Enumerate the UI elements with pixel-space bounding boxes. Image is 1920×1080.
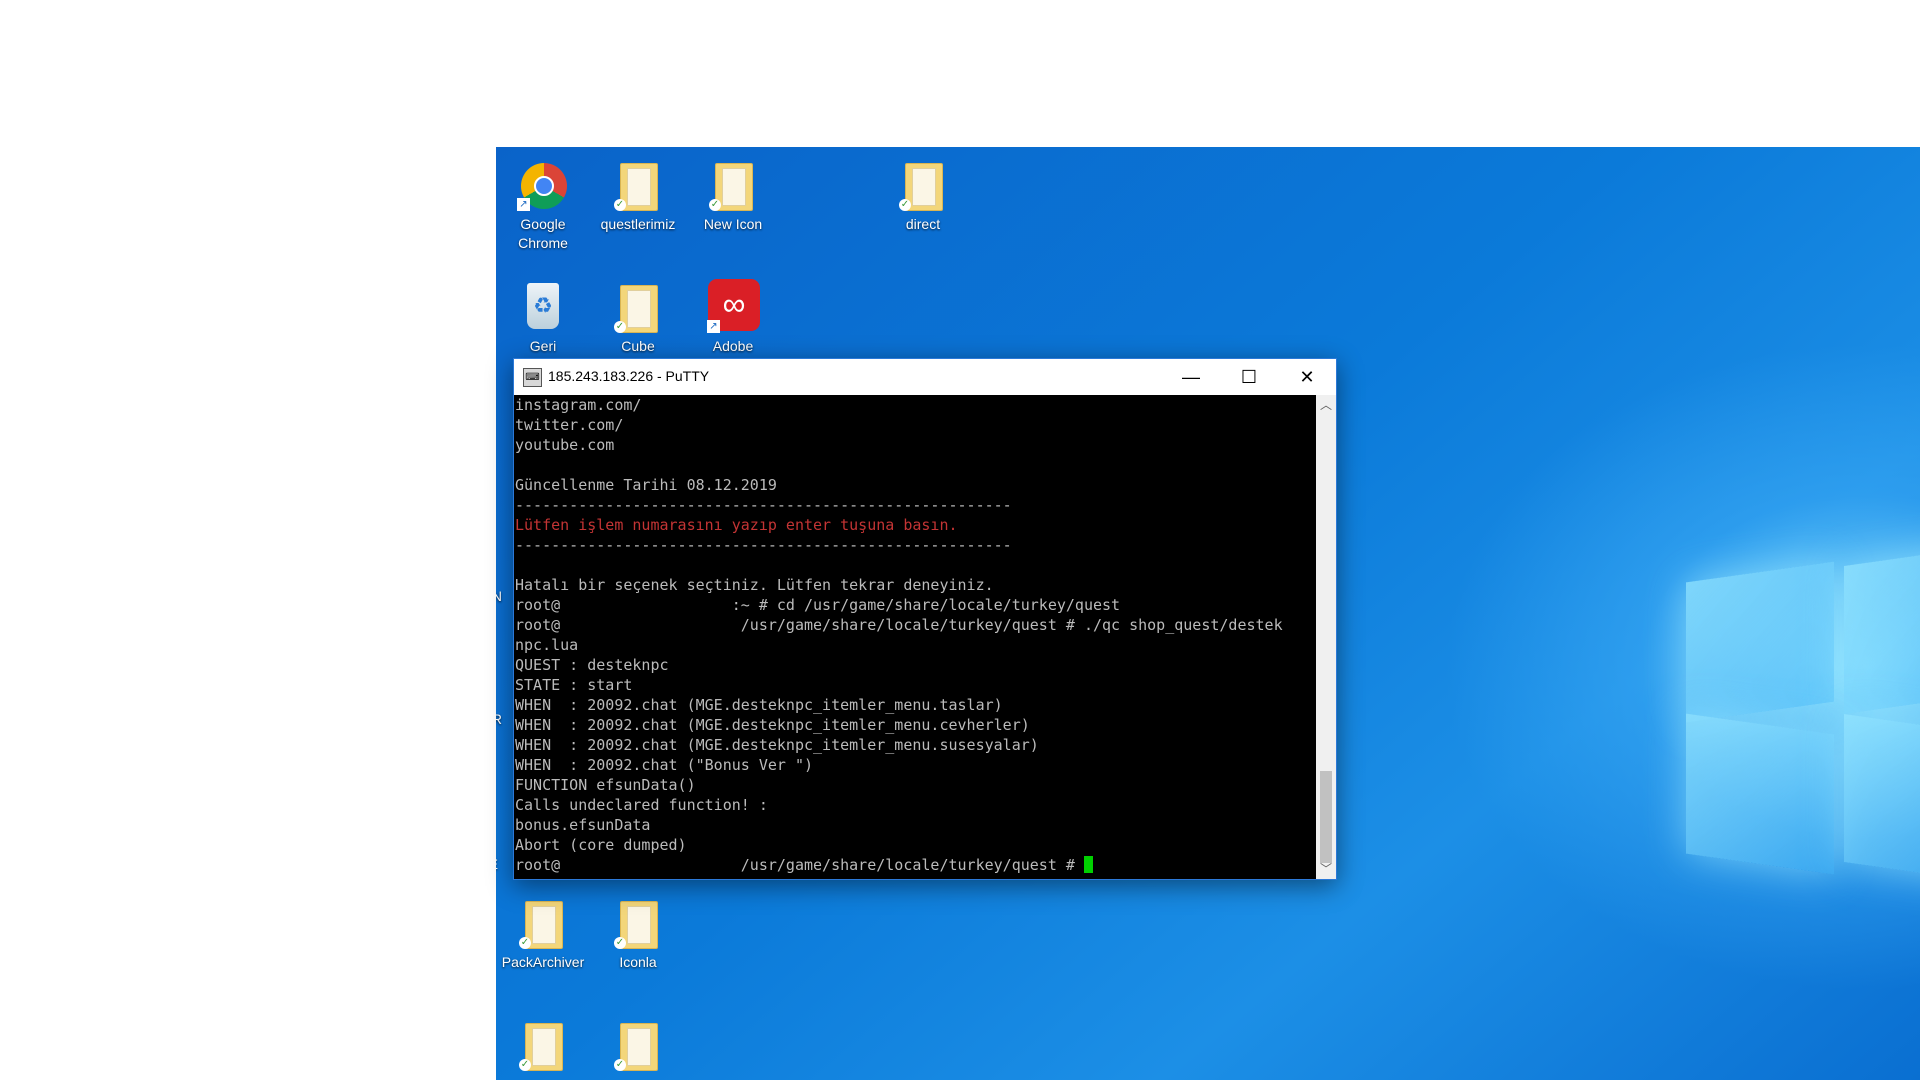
desktop-icon-new-icon[interactable]: ✓ New Icon [688,157,778,234]
terminal-line: WHEN : 20092.chat (MGE.desteknpc_itemler… [515,716,1030,734]
terminal-line: ----------------------------------------… [515,496,1012,514]
terminal-line: bonus.efsunData [515,816,651,834]
desktop-icon-adobe[interactable]: ↗ Adobe [688,279,778,356]
icon-label: New Icon [703,216,763,232]
sync-check-icon: ✓ [614,937,626,949]
desktop-icon-questlerimiz[interactable]: ✓ questlerimiz [593,157,683,234]
shortcut-arrow-icon: ↗ [517,198,530,211]
terminal-line: root@ :~ # cd /usr/game/share/locale/tur… [515,596,1121,614]
terminal-output[interactable]: instagram.com/twitter.com/youtube.com Gün… [514,395,1315,879]
icon-label: questlerimiz [600,216,676,232]
terminal-line: WHEN : 20092.chat (MGE.desteknpc_itemler… [515,736,1039,754]
window-title: 185.243.183.226 - PuTTY [548,368,710,384]
windows-logo-wallpaper [1686,542,1920,882]
desktop-icon-direct[interactable]: ✓ direct [878,157,968,234]
icon-label: PackArchiver [501,954,585,970]
partial-icon-label: E [496,855,498,874]
desktop-icon-folder-partial[interactable]: ✓ [498,1017,588,1075]
sync-check-icon: ✓ [519,937,531,949]
terminal-cursor [1083,856,1093,873]
terminal-line: twitter.com/ [515,416,624,434]
scrollbar-thumb[interactable] [1320,771,1332,863]
desktop-icon-cube[interactable]: ✓ Cube [593,279,683,356]
desktop-icon-google-chrome[interactable]: ↗ Google Chrome [498,157,588,253]
icon-label: direct [905,216,941,232]
sync-check-icon: ✓ [614,321,626,333]
sync-check-icon: ✓ [614,199,626,211]
icon-label: Geri [529,338,557,354]
maximize-button[interactable]: ☐ [1220,359,1278,395]
terminal-line: QUEST : desteknpc [515,656,669,674]
terminal-line: Lütfen işlem numarasını yazıp enter tuşu… [515,516,958,534]
terminal-line: root@ /usr/game/share/locale/turkey/ques… [515,855,1315,875]
desktop-icon-recycle-bin[interactable]: ♻ Geri [498,279,588,356]
title-bar[interactable]: ⌨ 185.243.183.226 - PuTTY — ☐ ✕ [514,359,1336,395]
terminal-line: Calls undeclared function! : [515,796,768,814]
putty-app-icon[interactable]: ⌨ [523,368,542,387]
recycle-bin-icon: ♻ [527,283,559,329]
terminal-line: ----------------------------------------… [515,536,1012,554]
icon-label: Iconla [619,954,657,970]
sync-check-icon: ✓ [709,199,721,211]
scroll-down-icon[interactable]: ﹀ [1316,859,1336,879]
icon-label: Cube [621,338,655,354]
desktop-icon-folder-partial[interactable]: ✓ [593,1017,683,1075]
desktop-icon-packarchiver[interactable]: ✓ PackArchiver [498,895,588,972]
sync-check-icon: ✓ [519,1059,531,1071]
sync-check-icon: ✓ [614,1059,626,1071]
minimize-button[interactable]: — [1162,359,1220,395]
scroll-up-icon[interactable]: ︿ [1316,395,1336,415]
icon-label: Google Chrome [518,216,568,251]
terminal-line: WHEN : 20092.chat ("Bonus Ver ") [515,756,814,774]
terminal-line: instagram.com/ [515,396,642,414]
desktop-icon-iconla[interactable]: ✓ Iconla [593,895,683,972]
terminal-line: youtube.com [515,436,615,454]
putty-window[interactable]: ⌨ 185.243.183.226 - PuTTY — ☐ ✕ instagra… [513,358,1337,880]
terminal-line: STATE : start [515,676,633,694]
terminal-line: Güncellenme Tarihi 08.12.2019 [515,476,777,494]
shortcut-arrow-icon: ↗ [707,320,720,333]
sync-check-icon: ✓ [899,199,911,211]
terminal-line: Hatalı bir seçenek seçtiniz. Lütfen tekr… [515,576,994,594]
close-button[interactable]: ✕ [1278,359,1336,395]
terminal-line: WHEN : 20092.chat (MGE.desteknpc_itemler… [515,696,1003,714]
terminal-line: root@ /usr/game/share/locale/turkey/ques… [515,616,1283,634]
vertical-scrollbar[interactable]: ︿ ﹀ [1316,395,1336,879]
terminal-line: FUNCTION efsunData() [515,776,696,794]
terminal-line: Abort (core dumped) [515,836,687,854]
icon-label: Adobe [712,338,754,354]
partial-icon-label: N [496,588,502,604]
partial-icon-label: R [496,711,502,727]
terminal-line: npc.lua [515,636,579,654]
